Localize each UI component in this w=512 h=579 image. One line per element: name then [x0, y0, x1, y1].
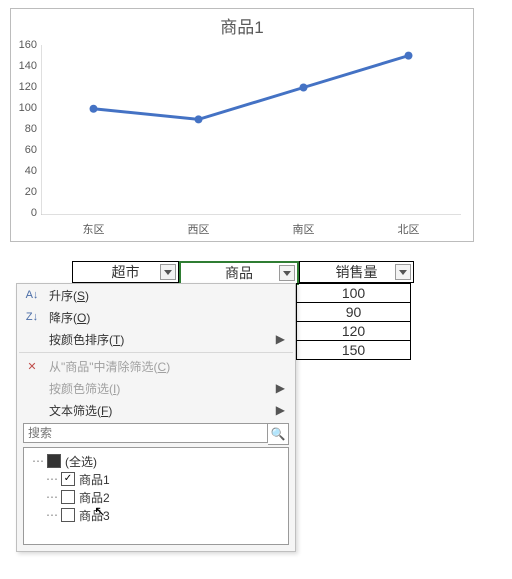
filter-dropdown-icon[interactable]: [395, 264, 411, 280]
select-all-item[interactable]: ⋯ (全选): [32, 452, 280, 470]
header-sales[interactable]: 销售量: [299, 261, 414, 283]
header-label: 超市: [112, 262, 140, 282]
checkbox-unchecked-icon[interactable]: [61, 490, 75, 504]
ytick: 0: [31, 207, 37, 219]
filter-dropdown-icon[interactable]: [279, 265, 295, 281]
header-supermarket[interactable]: 超市: [72, 261, 179, 283]
submenu-arrow-icon: ▶: [276, 381, 285, 395]
header-product[interactable]: 商品: [179, 261, 299, 285]
menu-separator: [19, 352, 293, 353]
filter-item-label: 商品3: [79, 507, 110, 524]
filter-item[interactable]: ⋯ 商品3: [32, 506, 280, 524]
chart-plot-area: 0 20 40 60 80 100 120 140 160 东区 西区 南区 北…: [41, 45, 461, 215]
filter-item-label: 商品1: [79, 471, 110, 488]
ytick: 140: [19, 60, 37, 72]
sort-ascending[interactable]: A↓ 升序(S): [17, 284, 295, 306]
ytick: 120: [19, 81, 37, 93]
table-cell[interactable]: 120: [296, 322, 411, 341]
filter-item-label: 商品2: [79, 489, 110, 506]
text-filter[interactable]: 文本筛选(F) ▶: [17, 399, 295, 421]
clear-filter-icon: ✕: [23, 360, 41, 373]
header-label: 商品: [225, 263, 253, 283]
table-cell[interactable]: 90: [296, 303, 411, 322]
submenu-arrow-icon: ▶: [276, 332, 285, 346]
xtick: 北区: [398, 221, 420, 237]
ytick: 160: [19, 39, 37, 51]
checkbox-unchecked-icon[interactable]: [61, 508, 75, 522]
filter-dropdown-icon[interactable]: [160, 264, 176, 280]
ytick: 20: [25, 186, 37, 198]
clear-filter: ✕ 从"商品"中清除筛选(C): [17, 355, 295, 377]
submenu-arrow-icon: ▶: [276, 403, 285, 417]
chart-svg: [41, 45, 461, 215]
chart-container: 商品1: [10, 8, 474, 242]
ytick: 60: [25, 144, 37, 156]
search-input[interactable]: [23, 423, 268, 443]
sort-descending[interactable]: Z↓ 降序(O): [17, 306, 295, 328]
xtick: 南区: [293, 221, 315, 237]
sales-column-values: 100 90 120 150: [296, 283, 411, 360]
table-cell[interactable]: 150: [296, 341, 411, 360]
sort-desc-icon: Z↓: [23, 311, 41, 323]
filter-by-color: 按颜色筛选(I) ▶: [17, 377, 295, 399]
filter-item[interactable]: ⋯ 商品1: [32, 470, 280, 488]
table-cell[interactable]: 100: [296, 283, 411, 303]
table-header-row: 超市 商品 销售量: [72, 261, 414, 285]
line-series: [94, 56, 409, 120]
sort-by-color[interactable]: 按颜色排序(T) ▶: [17, 328, 295, 350]
checkbox-checked-icon[interactable]: [61, 472, 75, 486]
checkbox-indeterminate-icon[interactable]: [47, 454, 61, 468]
filter-menu: A↓ 升序(S) Z↓ 降序(O) 按颜色排序(T) ▶ ✕ 从"商品"中清除筛…: [16, 283, 296, 552]
ytick: 40: [25, 165, 37, 177]
xtick: 东区: [83, 221, 105, 237]
chart-title: 商品1: [11, 13, 473, 38]
select-all-label: (全选): [65, 453, 97, 470]
filter-item[interactable]: ⋯ 商品2: [32, 488, 280, 506]
ytick: 80: [25, 123, 37, 135]
header-label: 销售量: [336, 262, 378, 282]
filter-item-list: ⋯ (全选) ⋯ 商品1 ⋯ 商品2 ⋯ 商品3: [23, 447, 289, 545]
search-icon[interactable]: 🔍: [268, 423, 289, 445]
xtick: 西区: [188, 221, 210, 237]
sort-asc-icon: A↓: [23, 289, 41, 301]
ytick: 100: [19, 102, 37, 114]
